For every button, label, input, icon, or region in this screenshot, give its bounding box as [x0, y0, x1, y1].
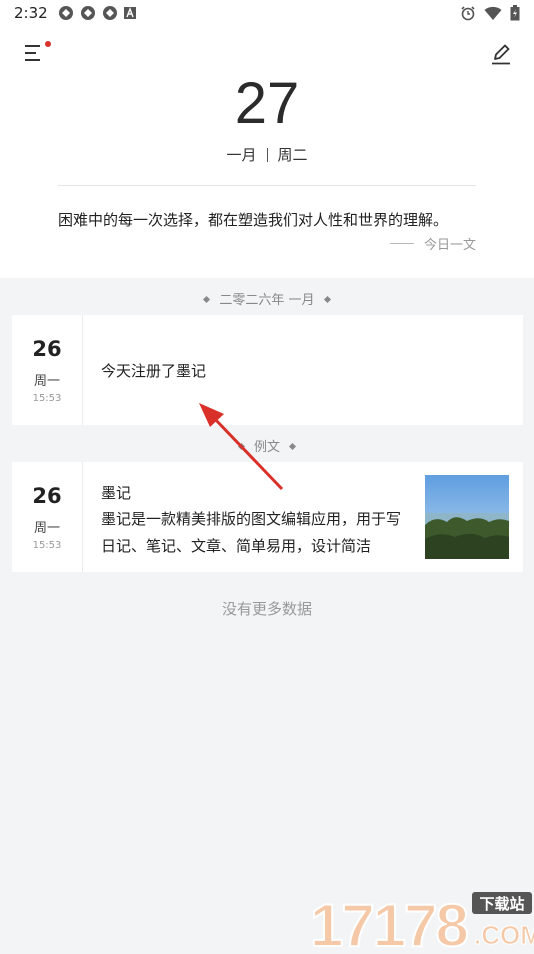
status-bar: 2:32 — [0, 0, 534, 28]
wifi-icon — [484, 6, 502, 20]
group-label: 二零二六年 一月 — [219, 293, 315, 308]
quote-source[interactable]: 今日一文 — [389, 234, 476, 253]
group-label: 例文 — [253, 440, 280, 455]
separator — [266, 148, 268, 162]
dash-line — [389, 243, 414, 244]
notification-dot — [45, 41, 51, 47]
entry-title: 墨记 — [101, 484, 132, 502]
battery-icon — [510, 5, 520, 21]
a-icon — [124, 7, 136, 19]
group-header: 例文 — [0, 436, 534, 455]
divider — [58, 185, 476, 186]
edit-icon — [492, 44, 510, 65]
entry-thumbnail — [425, 475, 509, 559]
entry-text: 今天注册了墨记 — [101, 362, 207, 380]
diamond-icon — [237, 442, 246, 451]
status-time: 2:32 — [14, 4, 48, 22]
diamond-icon — [203, 295, 211, 304]
svg-text:.COM: .COM — [474, 920, 534, 950]
alarm-icon — [461, 6, 475, 21]
no-more-data: 没有更多数据 — [221, 600, 312, 618]
entry-weekday: 周一 — [33, 374, 60, 389]
daily-quote[interactable]: 困难中的每一次选择，都在塑造我们对人性和世界的理解。 — [58, 209, 448, 230]
current-month: 一月 — [226, 146, 257, 164]
entry-day: 26 — [32, 484, 62, 508]
entry-card[interactable]: 26 周一 15:53 墨记 墨记是一款精美排版的图文编辑应用，用于写日记、笔记… — [12, 462, 523, 572]
entry-body: 墨记是一款精美排版的图文编辑应用，用于写日记、笔记、文章、简单易用，设计简洁 — [101, 510, 402, 555]
status-icons — [58, 5, 136, 21]
entry-weekday: 周一 — [33, 521, 60, 536]
watermark-logo: 17178 下载站 .COM — [308, 888, 534, 954]
landscape-image — [425, 475, 509, 559]
svg-text:17178: 17178 — [310, 892, 467, 950]
svg-text:下载站: 下载站 — [479, 895, 524, 913]
edit-button[interactable] — [490, 42, 512, 66]
month-weekday: 一月 周二 — [0, 144, 534, 165]
watermark-graphic: 17178 下载站 .COM — [309, 891, 534, 954]
app-notification-icon — [59, 6, 73, 20]
menu-button[interactable] — [24, 41, 51, 66]
current-day: 27 — [234, 71, 300, 136]
entry-day: 26 — [32, 337, 62, 361]
status-right — [460, 5, 520, 21]
current-weekday: 周二 — [277, 146, 308, 164]
entry-date: 26 周一 15:53 — [12, 462, 83, 572]
quote-source-label: 今日一文 — [423, 238, 476, 253]
entry-time: 15:53 — [32, 540, 62, 551]
menu-icon — [25, 45, 40, 61]
diamond-icon — [288, 442, 297, 451]
app-notification-icon — [81, 6, 95, 20]
app-notification-icon — [103, 6, 117, 20]
entry-time: 15:53 — [32, 393, 62, 404]
diamond-icon — [323, 295, 331, 304]
group-header: 二零二六年 一月 — [0, 289, 534, 308]
entry-date: 26 周一 15:53 — [12, 315, 83, 425]
entry-card[interactable]: 26 周一 15:53 今天注册了墨记 — [12, 315, 523, 425]
